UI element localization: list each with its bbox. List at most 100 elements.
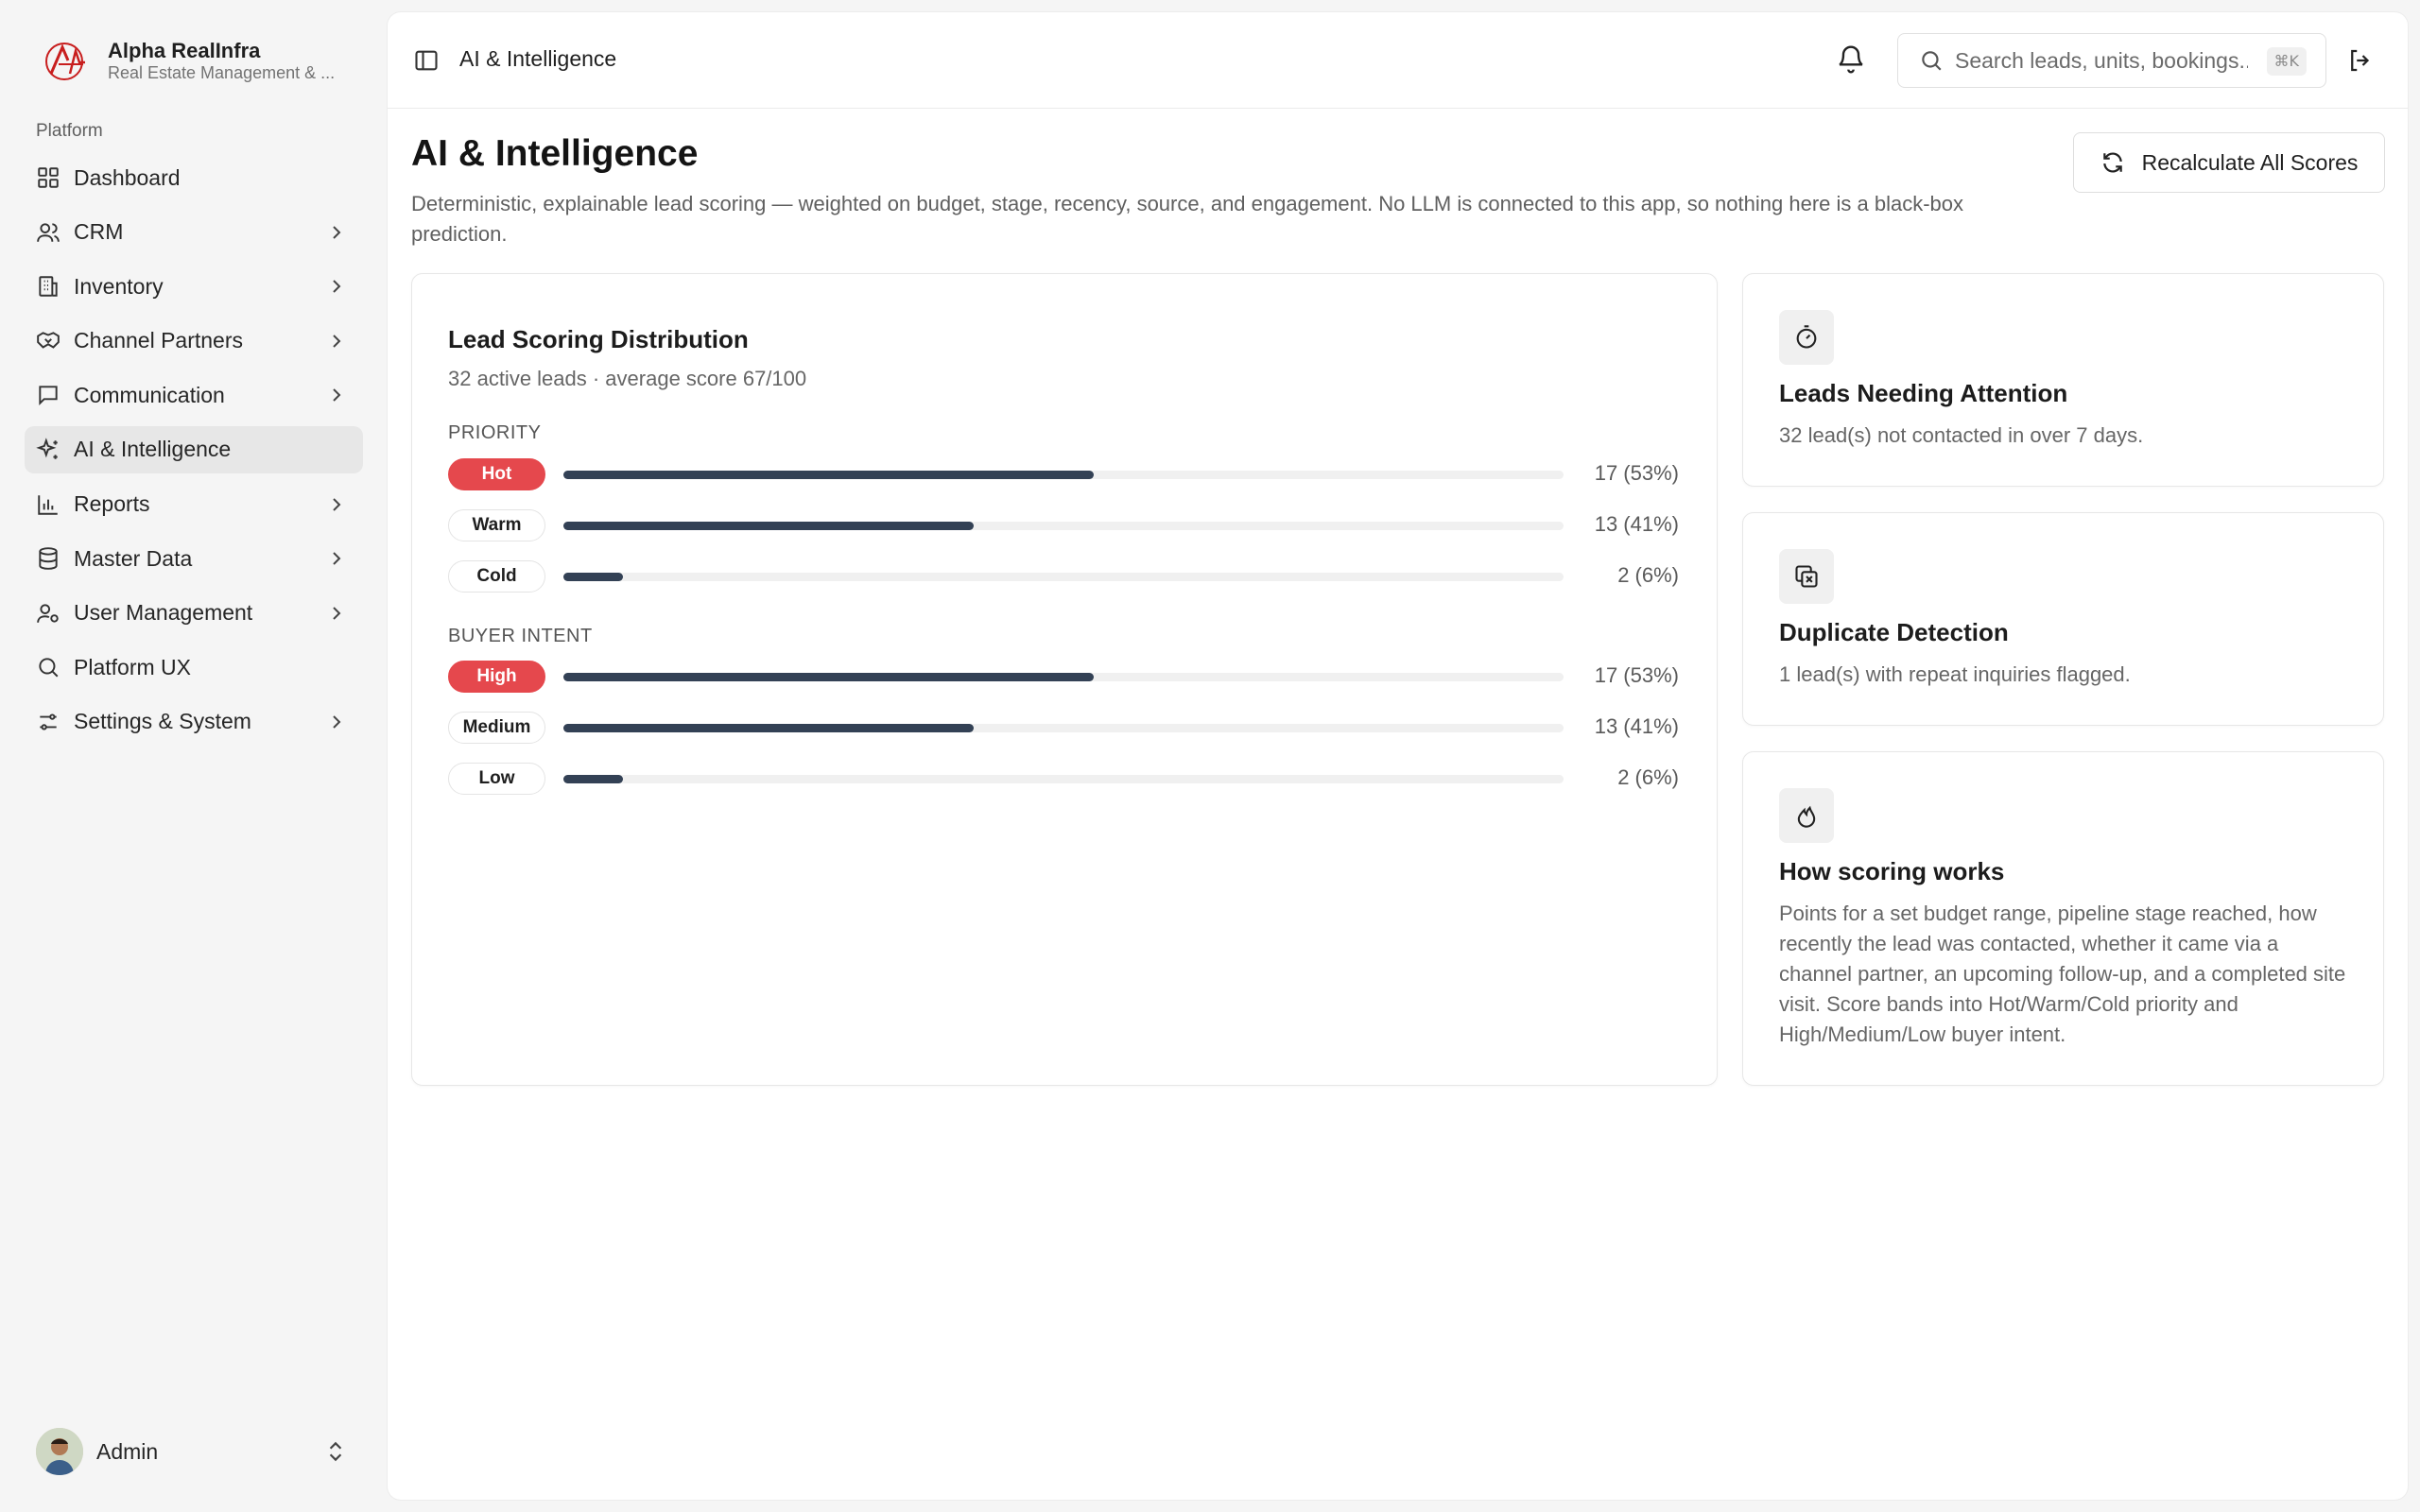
priority-badge: Warm: [448, 509, 545, 541]
refresh-icon: [2102, 152, 2122, 173]
sidebar-item-label: Channel Partners: [74, 328, 243, 353]
row-count: 2 (6%): [1617, 765, 1679, 789]
buyer-intent-section-label: BUYER INTENT: [448, 626, 593, 646]
priority-badge: Hot: [448, 458, 545, 490]
row-count: 13 (41%): [1594, 714, 1679, 738]
sidebar-item-label: AI & Intelligence: [74, 437, 232, 462]
avatar: [36, 1428, 83, 1475]
progress-track: [563, 724, 1564, 732]
users-icon: [36, 220, 60, 245]
progress-track: [563, 673, 1564, 681]
sidebar-item-reports[interactable]: Reports: [25, 481, 363, 528]
sidebar-item-communication[interactable]: Communication: [25, 371, 363, 419]
progress-track: [563, 522, 1564, 530]
card-title: Leads Needing Attention: [1779, 379, 2068, 407]
intent-badge: High: [448, 661, 545, 693]
lead-scoring-distribution-card: Lead Scoring Distribution 32 active lead…: [411, 273, 1718, 1086]
card-subtitle: 32 active leads · average score 67/100: [448, 367, 807, 390]
leads-needing-attention-card[interactable]: Leads Needing Attention 32 lead(s) not c…: [1742, 273, 2384, 487]
sliders-icon: [36, 710, 60, 734]
row-count: 17 (53%): [1594, 663, 1679, 687]
progress-track: [563, 775, 1564, 783]
priority-badge: Cold: [448, 560, 545, 593]
sidebar-item-channel-partners[interactable]: Channel Partners: [25, 318, 363, 365]
progress-track: [563, 471, 1564, 479]
recalculate-label: Recalculate All Scores: [2141, 149, 2359, 175]
sidebar-nav: Dashboard CRM Inventory Channel Partners…: [25, 154, 363, 753]
search-input[interactable]: [1955, 47, 2248, 74]
card-title: How scoring works: [1779, 857, 2005, 885]
chevron-right-icon: [333, 552, 341, 565]
card-text: 1 lead(s) with repeat inquiries flagged.: [1779, 662, 2131, 686]
progress-fill: [563, 573, 624, 581]
company-logo: [45, 43, 85, 80]
main-panel: AI & Intelligence ⌘K AI & Intelligence D…: [388, 12, 2408, 1500]
sidebar-item-dashboard[interactable]: Dashboard: [25, 154, 363, 201]
priority-row-hot: Hot 17 (53%): [448, 458, 1679, 492]
sidebar-item-crm[interactable]: CRM: [25, 209, 363, 256]
priority-row-cold: Cold 2 (6%): [448, 560, 1679, 594]
page-description: Deterministic, explainable lead scoring …: [411, 192, 1963, 246]
breadcrumb: AI & Intelligence: [459, 46, 617, 71]
chevron-right-icon: [333, 280, 341, 293]
card-text: Points for a set budget range, pipeline …: [1779, 902, 2346, 1046]
brand[interactable]: Alpha RealInfra Real Estate Management &…: [42, 36, 350, 85]
sparkles-icon: [36, 438, 60, 462]
flame-icon: [1779, 788, 1834, 843]
chevron-right-icon: [333, 335, 341, 348]
brand-name: Alpha RealInfra: [108, 39, 261, 62]
progress-fill: [563, 673, 1094, 681]
sidebar-item-label: Communication: [74, 382, 225, 407]
sidebar-item-master-data[interactable]: Master Data: [25, 535, 363, 582]
sidebar-item-label: Master Data: [74, 545, 193, 571]
user-menu[interactable]: Admin: [36, 1427, 348, 1476]
sidebar-item-label: CRM: [74, 219, 124, 245]
nav-group-label: Platform: [36, 121, 103, 141]
sidebar-item-user-management[interactable]: User Management: [25, 590, 363, 637]
page-title: AI & Intelligence: [411, 133, 699, 174]
chevron-right-icon: [333, 388, 341, 403]
chevron-right-icon: [333, 225, 341, 239]
bar-chart-icon: [36, 492, 60, 517]
sidebar-item-label: Inventory: [74, 273, 164, 299]
sidebar-toggle-icon[interactable]: [413, 47, 440, 74]
card-title: Lead Scoring Distribution: [448, 325, 749, 353]
search-shortcut: ⌘K: [2266, 47, 2307, 76]
intent-badge: Medium: [448, 712, 545, 744]
card-text: 32 lead(s) not contacted in over 7 days.: [1779, 423, 2144, 447]
handshake-icon: [36, 329, 60, 353]
grid-icon: [36, 165, 60, 190]
card-title: Duplicate Detection: [1779, 618, 2009, 646]
row-count: 17 (53%): [1594, 461, 1679, 485]
chevron-right-icon: [333, 497, 341, 511]
priority-row-warm: Warm 13 (41%): [448, 509, 1679, 543]
search-box[interactable]: ⌘K: [1897, 33, 2326, 88]
sidebar-item-label: User Management: [74, 600, 253, 626]
priority-section-label: PRIORITY: [448, 422, 542, 443]
row-count: 13 (41%): [1594, 512, 1679, 536]
sidebar-item-inventory[interactable]: Inventory: [25, 263, 363, 310]
duplicate-detection-card[interactable]: Duplicate Detection 1 lead(s) with repea…: [1742, 512, 2384, 726]
user-name: Admin: [96, 1438, 159, 1464]
progress-fill: [563, 775, 624, 783]
copy-x-icon: [1779, 549, 1834, 604]
intent-badge: Low: [448, 763, 545, 795]
sidebar-item-settings-system[interactable]: Settings & System: [25, 698, 363, 746]
bell-icon[interactable]: [1836, 44, 1866, 75]
sidebar: Alpha RealInfra Real Estate Management &…: [0, 0, 386, 1512]
sidebar-item-label: Dashboard: [74, 164, 181, 190]
recalculate-button[interactable]: Recalculate All Scores: [2073, 132, 2385, 193]
timer-icon: [1779, 310, 1834, 365]
progress-fill: [563, 724, 974, 732]
logout-icon[interactable]: [2346, 46, 2375, 75]
sidebar-item-ai-intelligence[interactable]: AI & Intelligence: [25, 425, 363, 473]
chevron-right-icon: [333, 715, 341, 729]
chevrons-up-down-icon: [329, 1441, 342, 1462]
search-icon: [36, 655, 60, 679]
row-count: 2 (6%): [1617, 563, 1679, 587]
intent-row-medium: Medium 13 (41%): [448, 712, 1679, 746]
sidebar-item-label: Platform UX: [74, 654, 191, 679]
sidebar-item-platform-ux[interactable]: Platform UX: [25, 644, 363, 691]
building-icon: [36, 274, 60, 299]
chevron-right-icon: [333, 607, 341, 620]
